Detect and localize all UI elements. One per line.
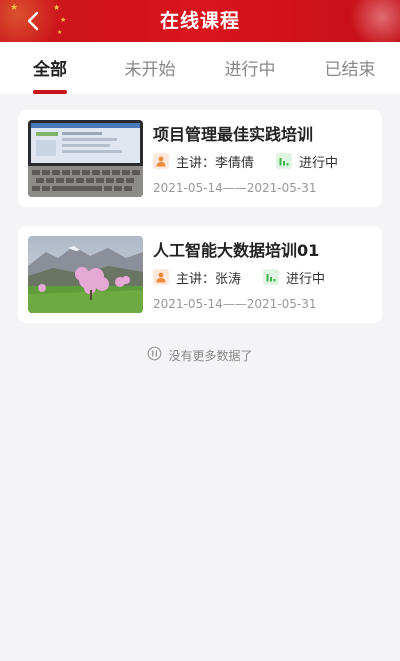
tab-label: 全部 — [33, 60, 67, 80]
tab-finished[interactable]: 已结束 — [300, 42, 400, 94]
lecturer-name: 李倩倩 — [215, 155, 255, 171]
course-meta: 主讲：李倩倩 进行中 — [153, 152, 339, 171]
tab-in-progress[interactable]: 进行中 — [200, 42, 300, 94]
page-title: 在线课程 — [159, 10, 240, 32]
course-meta: 主讲：张涛 进行中 — [153, 268, 326, 287]
person-icon — [153, 269, 169, 285]
lecturer-prefix: 主讲： — [176, 271, 216, 287]
tab-label: 未开始 — [124, 60, 176, 80]
lecturer-info: 主讲：李倩倩 — [176, 152, 254, 171]
tab-label: 进行中 — [224, 60, 276, 80]
course-dates: 2021-05-14——2021-05-31 — [153, 181, 317, 195]
course-dates: 2021-05-14——2021-05-31 — [153, 297, 317, 311]
course-status: 进行中 — [286, 271, 326, 287]
course-thumbnail — [28, 236, 143, 313]
bar-chart-icon — [263, 269, 280, 285]
tab-not-started[interactable]: 未开始 — [100, 42, 200, 94]
course-list: 项目管理最佳实践培训 主讲：李倩倩 进行中 2021-05-14——2021-0… — [18, 110, 382, 342]
person-icon — [153, 153, 169, 169]
bar-chart-icon — [276, 153, 293, 169]
course-card[interactable]: 项目管理最佳实践培训 主讲：李倩倩 进行中 2021-05-14——2021-0… — [18, 110, 382, 207]
app-header: ★ ★ ★ ★ 在线课程 — [0, 0, 400, 42]
course-thumbnail — [28, 120, 143, 197]
lecturer-info: 主讲：张涛 — [176, 268, 241, 287]
tab-label: 已结束 — [324, 60, 376, 80]
active-tab-indicator — [33, 90, 67, 94]
course-title: 人工智能大数据培训01 — [153, 241, 320, 260]
pause-circle-icon — [147, 346, 162, 364]
lecturer-name: 张涛 — [215, 271, 242, 287]
tab-all[interactable]: 全部 — [0, 42, 100, 94]
filter-tabs: 全部 未开始 进行中 已结束 — [0, 42, 400, 94]
no-more-text: 没有更多数据了 — [168, 348, 253, 363]
lecturer-prefix: 主讲： — [176, 155, 216, 171]
course-card[interactable]: 人工智能大数据培训01 主讲：张涛 进行中 2021-05-14——2021-0… — [18, 226, 382, 323]
course-title: 项目管理最佳实践培训 — [153, 125, 314, 144]
no-more-data: 没有更多数据了 — [0, 346, 400, 364]
course-status: 进行中 — [299, 155, 339, 171]
